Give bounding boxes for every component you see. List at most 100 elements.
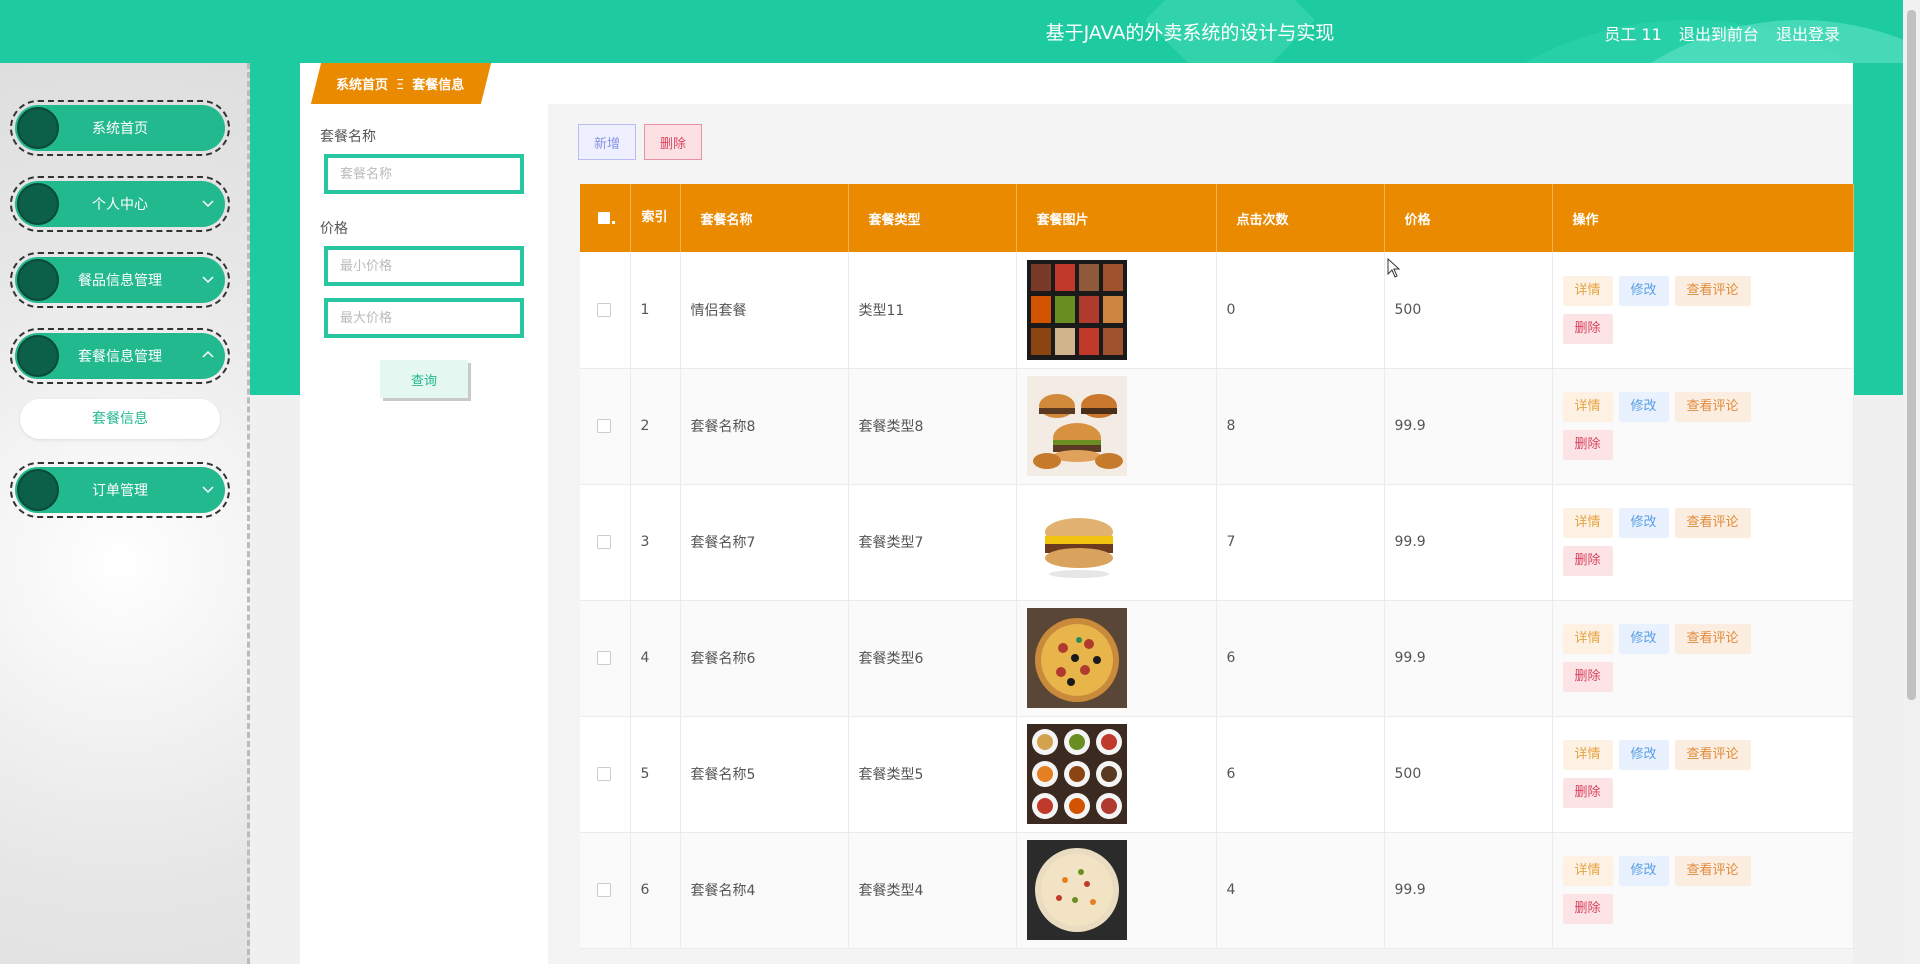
detail-button[interactable]: 详情: [1562, 740, 1613, 770]
sidebar-subitem-combo-info[interactable]: 套餐信息: [20, 399, 220, 439]
sidebar: 系统首页 个人中心 餐品信息管理 套餐信息管理 套餐信息 订单管理: [0, 63, 250, 964]
cell-name: 套餐名称7: [680, 484, 849, 601]
page-scrollbar[interactable]: [1903, 0, 1920, 964]
sidebar-item-combo-management[interactable]: 套餐信息管理: [10, 328, 230, 384]
sidebar-item-label: 订单管理: [92, 483, 148, 499]
min-price-input[interactable]: [324, 246, 524, 286]
table-row: 1 情侣套餐 类型11 0 500 详情 修改 查看评论删除: [580, 252, 1854, 369]
cell-name: 套餐名称8: [680, 368, 849, 485]
combo-table: 索引 套餐名称 套餐类型 套餐图片 点击次数 价格 操作 1 情侣套餐 类型11: [580, 184, 1854, 949]
cell-index: 3: [630, 484, 681, 601]
col-header-type: 套餐类型: [848, 184, 1017, 252]
dishes-grid-image[interactable]: [1026, 724, 1127, 824]
edit-button[interactable]: 修改: [1618, 856, 1669, 886]
query-button[interactable]: 查询: [380, 360, 468, 398]
table-row: 6 套餐名称4 套餐类型4 4 99.9 详情 修改 查看评论删除: [580, 832, 1854, 949]
cell-type: 套餐类型4: [848, 832, 1017, 949]
view-comments-button[interactable]: 查看评论: [1674, 275, 1751, 306]
edit-button[interactable]: 修改: [1618, 740, 1669, 770]
sidebar-item-label: 套餐信息管理: [78, 349, 162, 365]
cell-index: 6: [630, 832, 681, 949]
cell-price: 99.9: [1384, 832, 1553, 949]
cell-price: 500: [1384, 716, 1553, 833]
row-checkbox[interactable]: [597, 883, 612, 897]
row-delete-button[interactable]: 删除: [1562, 894, 1613, 924]
view-comments-button[interactable]: 查看评论: [1674, 624, 1751, 654]
col-header-ops: 操作: [1552, 184, 1854, 252]
cell-clicks: 6: [1216, 600, 1385, 717]
row-delete-button[interactable]: 删除: [1562, 430, 1613, 460]
row-delete-button[interactable]: 删除: [1562, 778, 1613, 808]
col-header-image: 套餐图片: [1016, 184, 1217, 252]
cell-index: 5: [630, 716, 681, 833]
breadcrumb-current: 套餐信息: [412, 78, 465, 93]
bento-grid-image[interactable]: [1026, 259, 1127, 360]
table-row: 4 套餐名称6 套餐类型6 6 99.9 详情 修改 查看评论删除: [580, 600, 1854, 717]
cell-index: 4: [630, 600, 681, 717]
chevron-down-icon: [202, 276, 214, 284]
detail-button[interactable]: 详情: [1562, 856, 1613, 886]
select-all-checkbox[interactable]: [580, 184, 631, 252]
sidebar-item-meal-management[interactable]: 餐品信息管理: [10, 252, 230, 308]
delete-button[interactable]: 删除: [644, 124, 702, 160]
col-header-name: 套餐名称: [680, 184, 849, 252]
cell-clicks: 4: [1216, 832, 1385, 949]
row-delete-button[interactable]: 删除: [1562, 546, 1613, 576]
search-panel: 套餐名称 价格 查询: [300, 104, 548, 964]
top-header: 基于JAVA的外卖系统的设计与实现 员工 11 退出到前台 退出登录: [0, 0, 1920, 63]
add-button[interactable]: 新增: [578, 124, 636, 160]
table-row: 2 套餐名称8 套餐类型8 8 99.9 详情 修改 查看评论删除: [580, 368, 1854, 485]
table-header-row: 索引 套餐名称 套餐类型 套餐图片 点击次数 价格 操作: [580, 184, 1854, 252]
row-checkbox[interactable]: [597, 535, 612, 549]
sidebar-item-order-management[interactable]: 订单管理: [10, 462, 230, 518]
row-checkbox[interactable]: [597, 419, 612, 433]
scrollbar-thumb[interactable]: [1907, 10, 1916, 700]
name-label: 套餐名称: [320, 129, 376, 145]
row-checkbox[interactable]: [597, 651, 612, 665]
cell-type: 套餐类型8: [848, 368, 1017, 485]
cell-price: 99.9: [1384, 368, 1553, 485]
user-name: 员工 11: [1604, 25, 1662, 44]
fried-rice-image[interactable]: [1026, 840, 1127, 940]
breadcrumb: 系统首页 Ξ 套餐信息: [300, 63, 1853, 104]
edit-button[interactable]: 修改: [1618, 275, 1669, 306]
header-user-area: 员工 11 退出到前台 退出登录: [1592, 21, 1840, 45]
cell-index: 1: [630, 252, 681, 369]
sidebar-item-label: 个人中心: [92, 197, 148, 213]
view-comments-button[interactable]: 查看评论: [1674, 392, 1751, 422]
detail-button[interactable]: 详情: [1562, 392, 1613, 422]
sidebar-item-home[interactable]: 系统首页: [10, 100, 230, 156]
main-content: 新增 删除 索引 套餐名称 套餐类型 套餐图片 点击次数 价格 操作 1 情侣套…: [548, 104, 1854, 964]
mouse-cursor-icon: [1387, 258, 1401, 278]
sidebar-item-personal-center[interactable]: 个人中心: [10, 176, 230, 232]
edit-button[interactable]: 修改: [1618, 624, 1669, 654]
pizza-image[interactable]: [1026, 608, 1127, 708]
chevron-down-icon: [202, 486, 214, 494]
edit-button[interactable]: 修改: [1618, 392, 1669, 422]
cell-type: 套餐类型7: [848, 484, 1017, 601]
edit-button[interactable]: 修改: [1618, 508, 1669, 538]
chevron-down-icon: [202, 200, 214, 208]
view-comments-button[interactable]: 查看评论: [1674, 508, 1751, 538]
burgers-image[interactable]: [1026, 376, 1127, 476]
detail-button[interactable]: 详情: [1562, 275, 1613, 306]
row-delete-button[interactable]: 删除: [1562, 313, 1613, 344]
exit-to-front-link[interactable]: 退出到前台: [1679, 25, 1759, 44]
col-header-price: 价格: [1384, 184, 1553, 252]
name-search-input[interactable]: [324, 154, 524, 194]
view-comments-button[interactable]: 查看评论: [1674, 856, 1751, 886]
cell-price: 500: [1384, 252, 1553, 369]
muffin-image[interactable]: [1026, 492, 1127, 592]
cell-index: 2: [630, 368, 681, 485]
row-delete-button[interactable]: 删除: [1562, 662, 1613, 692]
max-price-input[interactable]: [324, 298, 524, 338]
row-checkbox[interactable]: [597, 767, 612, 781]
row-checkbox[interactable]: [597, 302, 612, 317]
detail-button[interactable]: 详情: [1562, 508, 1613, 538]
breadcrumb-home[interactable]: 系统首页: [336, 78, 388, 93]
detail-button[interactable]: 详情: [1562, 624, 1613, 654]
table-row: 3 套餐名称7 套餐类型7 7 99.9 详情 修改 查看评论删除: [580, 484, 1854, 601]
view-comments-button[interactable]: 查看评论: [1674, 740, 1751, 770]
cell-clicks: 8: [1216, 368, 1385, 485]
logout-link[interactable]: 退出登录: [1776, 25, 1840, 44]
